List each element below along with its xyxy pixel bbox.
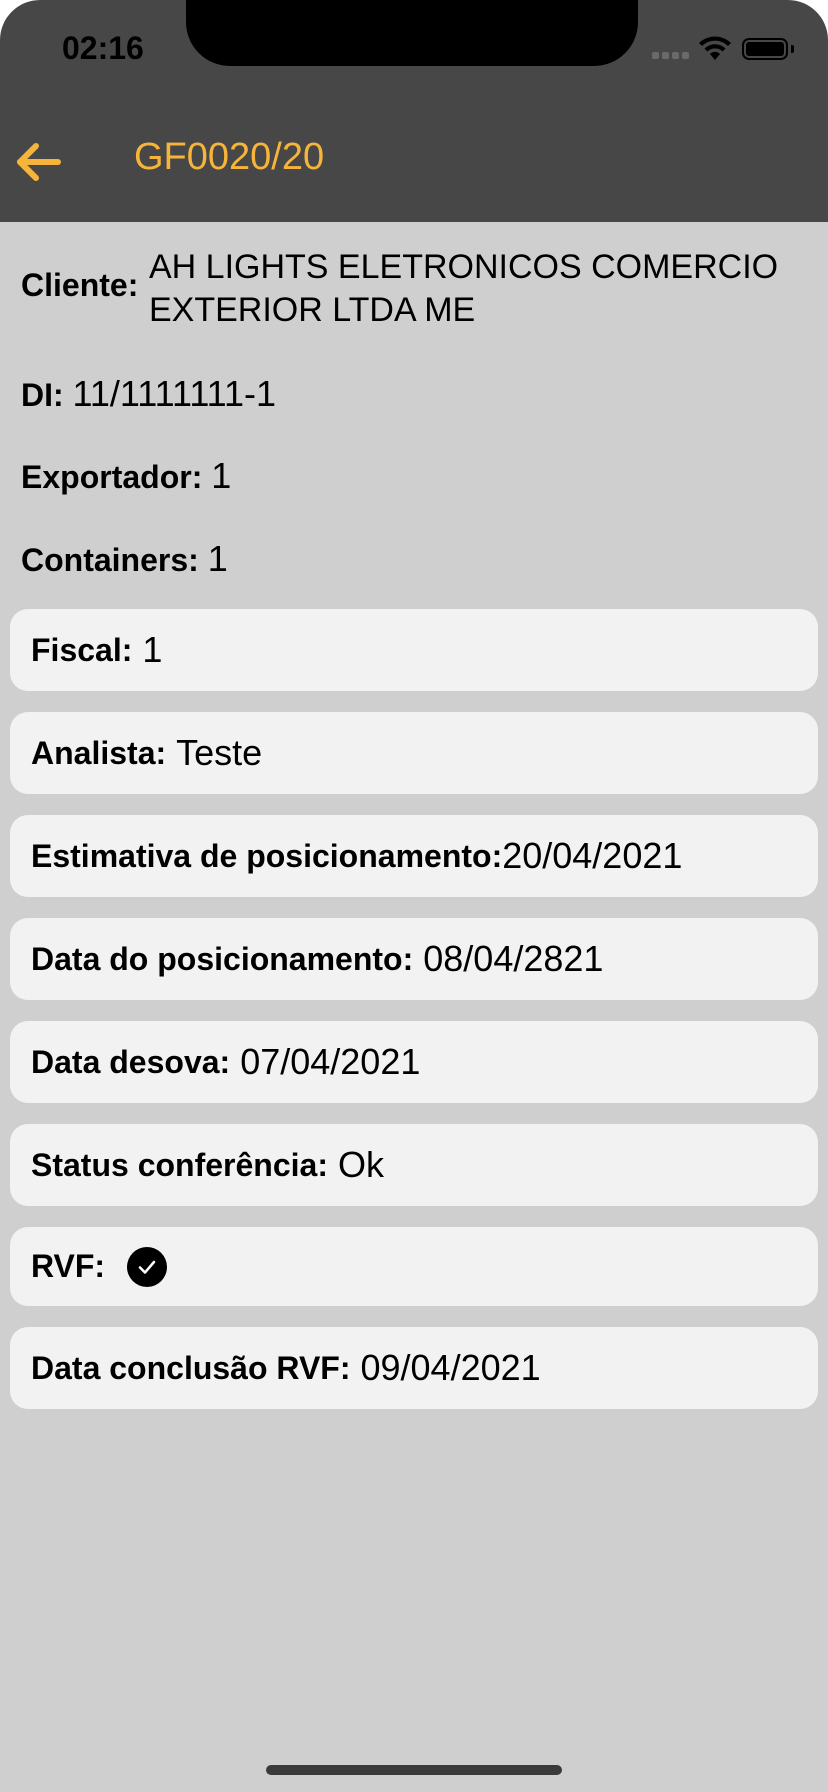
data-desova-label: Data desova: bbox=[31, 1043, 231, 1080]
status-conferencia-label: Status conferência: bbox=[31, 1146, 328, 1183]
fiscal-label: Fiscal: bbox=[31, 631, 133, 668]
rvf-card: RVF: bbox=[10, 1227, 818, 1306]
wifi-icon bbox=[698, 36, 732, 67]
data-conclusao-rvf-card: Data conclusão RVF: 09/04/2021 bbox=[10, 1327, 818, 1409]
di-label: DI: bbox=[21, 377, 64, 413]
battery-icon bbox=[742, 38, 788, 60]
exportador-row: Exportador: 1 bbox=[21, 455, 231, 497]
analista-label: Analista: bbox=[31, 734, 167, 771]
estimativa-card: Estimativa de posicionamento: 20/04/2021 bbox=[10, 815, 818, 897]
data-posicionamento-card: Data do posicionamento: 08/04/2821 bbox=[10, 918, 818, 1000]
estimativa-value: 20/04/2021 bbox=[502, 835, 683, 876]
arrow-left-icon bbox=[17, 143, 61, 181]
data-desova-value: 07/04/2021 bbox=[240, 1041, 421, 1082]
page-title: GF0020/20 bbox=[134, 136, 325, 178]
containers-row: Containers: 1 bbox=[21, 538, 228, 580]
containers-value: 1 bbox=[207, 538, 228, 579]
data-posicionamento-value: 08/04/2821 bbox=[423, 938, 604, 979]
exportador-label: Exportador: bbox=[21, 459, 203, 495]
client-label: Cliente: bbox=[21, 267, 139, 303]
navigation-bar: GF0020/20 bbox=[0, 100, 828, 222]
cellular-signal-icon bbox=[652, 46, 692, 64]
data-posicionamento-label: Data do posicionamento: bbox=[31, 940, 414, 977]
battery-cap bbox=[791, 45, 794, 53]
data-conclusao-rvf-label: Data conclusão RVF: bbox=[31, 1349, 351, 1386]
home-indicator[interactable] bbox=[266, 1765, 562, 1775]
data-conclusao-rvf-value: 09/04/2021 bbox=[360, 1347, 541, 1388]
data-desova-card: Data desova: 07/04/2021 bbox=[10, 1021, 818, 1103]
client-value: AH LIGHTS ELETRONICOS COMERCIO EXTERIOR … bbox=[149, 248, 779, 329]
di-value: 11/1111111-1 bbox=[72, 373, 277, 414]
camera-notch bbox=[186, 0, 638, 66]
status-time: 02:16 bbox=[62, 30, 144, 66]
checkmark-circle-icon bbox=[127, 1246, 168, 1287]
status-conferencia-card: Status conferência: Ok bbox=[10, 1124, 818, 1206]
exportador-value: 1 bbox=[211, 455, 232, 496]
fiscal-value: 1 bbox=[142, 629, 163, 670]
di-row: DI: 11/1111111-1 bbox=[21, 373, 276, 415]
estimativa-label: Estimativa de posicionamento: bbox=[31, 837, 503, 874]
analista-value: Teste bbox=[176, 732, 263, 773]
status-bar: 02:16 bbox=[0, 0, 828, 100]
analista-card: Analista: Teste bbox=[10, 712, 818, 794]
fiscal-card: Fiscal: 1 bbox=[10, 609, 818, 691]
back-button[interactable] bbox=[14, 140, 66, 184]
containers-label: Containers: bbox=[21, 542, 199, 578]
rvf-label: RVF: bbox=[31, 1248, 106, 1284]
status-conferencia-value: Ok bbox=[337, 1144, 384, 1185]
